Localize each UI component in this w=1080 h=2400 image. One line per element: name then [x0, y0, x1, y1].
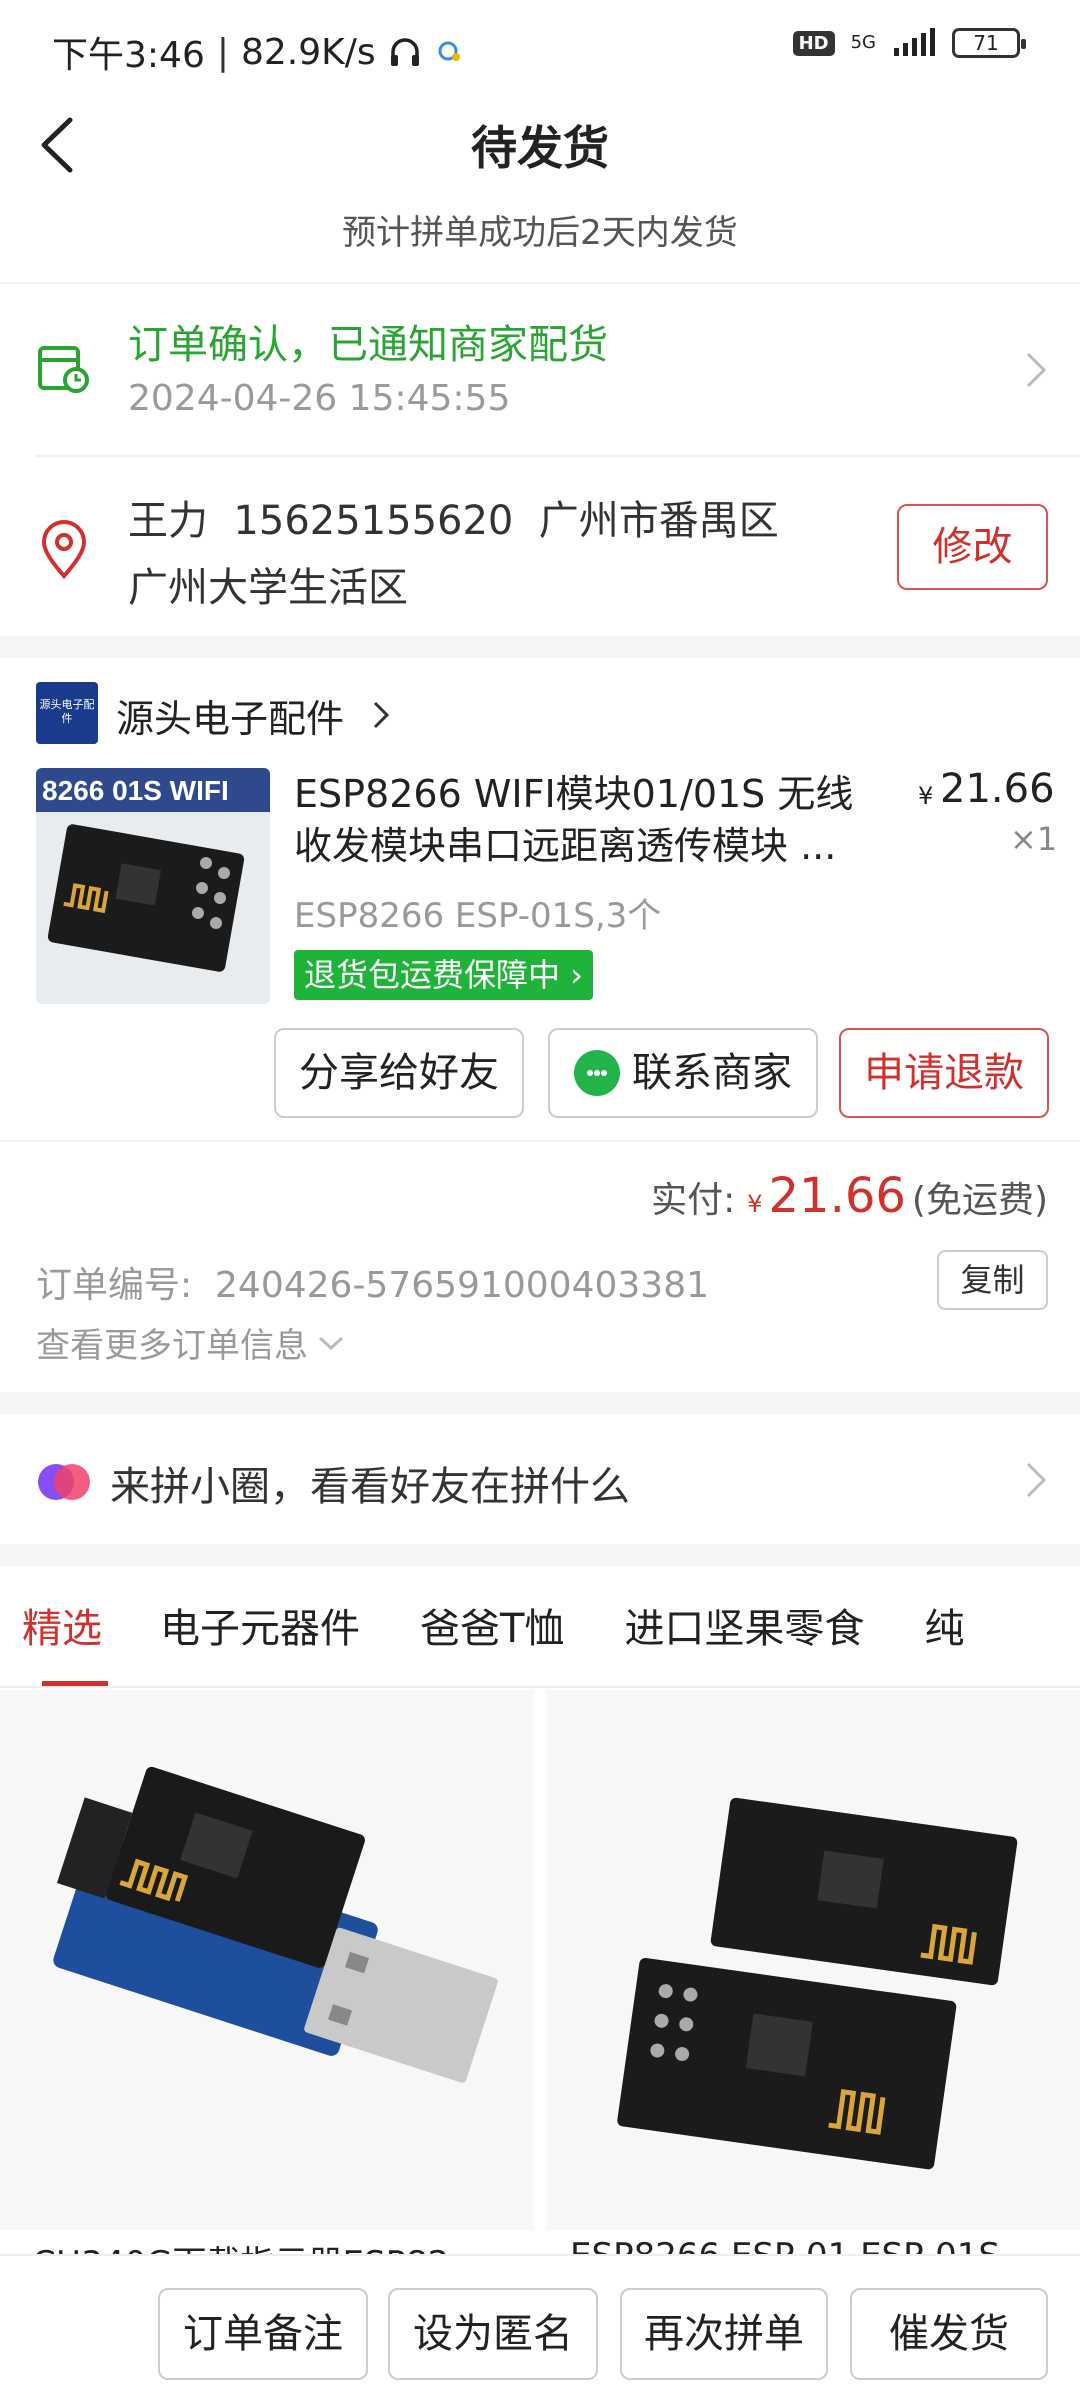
friends-circle-text: 来拼小圈，看看好友在拼什么: [110, 1464, 630, 1510]
product-spec: ESP8266 ESP-01S,3个: [294, 896, 662, 936]
divider: [0, 1140, 1080, 1142]
refund-button[interactable]: 申请退款: [839, 1028, 1049, 1118]
recommend-card[interactable]: [0, 1690, 534, 2230]
order-status-time: 2024-04-26 15:45:55: [128, 378, 511, 419]
contact-seller-label: 联系商家: [632, 1050, 792, 1096]
tab-imported-nuts[interactable]: 进口坚果零食: [584, 1594, 884, 1686]
set-anonymous-button[interactable]: 设为匿名: [388, 2288, 598, 2380]
chevron-right-icon: [1026, 1462, 1047, 1498]
more-order-info-label: 查看更多订单信息: [36, 1326, 308, 1366]
tab-featured[interactable]: 精选: [0, 1594, 122, 1686]
address-contact: 王力 15625155620 广州市番禺区: [128, 498, 779, 544]
divider: [36, 455, 1080, 457]
chevron-right-icon: [1026, 352, 1047, 388]
section-gap: [0, 636, 1080, 658]
tab-more[interactable]: 纯: [884, 1594, 984, 1686]
product-image-text: 8266 01S WIFI: [42, 775, 229, 806]
product-quantity: ×1: [1010, 820, 1058, 858]
paid-amount: 21.66: [768, 1168, 906, 1224]
product-title-line: ESP8266 WIFI模块01/01S 无线: [294, 772, 854, 816]
section-gap: [0, 1392, 1080, 1414]
share-button[interactable]: 分享给好友: [274, 1028, 524, 1118]
tab-dad-tshirt[interactable]: 爸爸T恤: [380, 1594, 584, 1686]
tab-electronic-components[interactable]: 电子元器件: [122, 1594, 380, 1686]
status-left: 下午3:46 | 82.9K/s: [52, 26, 464, 78]
chevron-down-icon: [318, 1336, 344, 1350]
network-type: 5G: [850, 32, 876, 53]
friends-circle-icon: [38, 1464, 90, 1500]
tab-label: 精选: [22, 1606, 102, 1652]
hd-badge: HD: [792, 30, 835, 56]
status-right: HD 5G 71: [792, 28, 1026, 58]
order-number: 订单编号: 240426-576591000403381: [36, 1265, 709, 1306]
store-logo[interactable]: 源头电子配件: [36, 682, 98, 744]
chevron-right-icon: ›: [570, 956, 583, 994]
copy-button[interactable]: 复制: [937, 1250, 1048, 1310]
order-status-icon: [38, 346, 89, 393]
category-tabs: 精选 电子元器件 爸爸T恤 进口坚果零食 纯: [0, 1594, 1080, 1686]
tab-divider: [0, 1686, 1080, 1688]
headphone-icon: [390, 38, 419, 66]
paid-label: 实付:: [651, 1180, 736, 1221]
urge-shipping-button[interactable]: 催发货: [850, 2288, 1048, 2380]
address-detail: 广州大学生活区: [128, 565, 408, 611]
section-gap: [0, 1544, 1080, 1566]
signal-icon: [894, 28, 935, 56]
page-title: 待发货: [471, 121, 609, 175]
status-speed: 82.9K/s: [240, 31, 376, 73]
product-price: 21.66: [940, 766, 1055, 812]
shipping-note: (免运费): [911, 1180, 1048, 1221]
return-shipping-badge[interactable]: 退货包运费保障中 ›: [294, 950, 593, 1000]
price-currency: ¥: [918, 782, 934, 810]
paid-row: 实付: ¥ 21.66 (免运费): [651, 1168, 1048, 1224]
status-separator: |: [216, 31, 229, 73]
more-order-info[interactable]: 查看更多订单信息: [36, 1318, 346, 1367]
product-image[interactable]: 8266 01S WIFI: [36, 768, 270, 1004]
location-pin-icon: [41, 520, 87, 580]
store-name[interactable]: 源头电子配件: [116, 688, 344, 743]
modify-address-button[interactable]: 修改: [897, 504, 1048, 590]
product-title[interactable]: ESP8266 WIFI模块01/01S 无线 收发模块串口远距离透传模块 ..…: [294, 768, 884, 872]
return-badge-label: 退货包运费保障中: [304, 956, 561, 994]
order-status-title: 订单确认，已通知商家配货: [128, 322, 608, 368]
contact-seller-button[interactable]: 联系商家: [548, 1028, 818, 1118]
battery-icon: 71: [952, 28, 1026, 58]
status-time: 下午3:46: [52, 35, 205, 76]
order-remark-button[interactable]: 订单备注: [158, 2288, 368, 2380]
chat-icon: [574, 1050, 620, 1096]
chevron-right-icon: [373, 701, 390, 729]
cloud-icon: [438, 41, 460, 61]
page-subtitle: 预计拼单成功后2天内发货: [342, 213, 738, 253]
product-title-line: 收发模块串口远距离透传模块 ...: [294, 824, 837, 868]
reorder-button[interactable]: 再次拼单: [620, 2288, 828, 2380]
paid-currency: ¥: [747, 1190, 763, 1218]
recommend-card[interactable]: [546, 1690, 1080, 2230]
